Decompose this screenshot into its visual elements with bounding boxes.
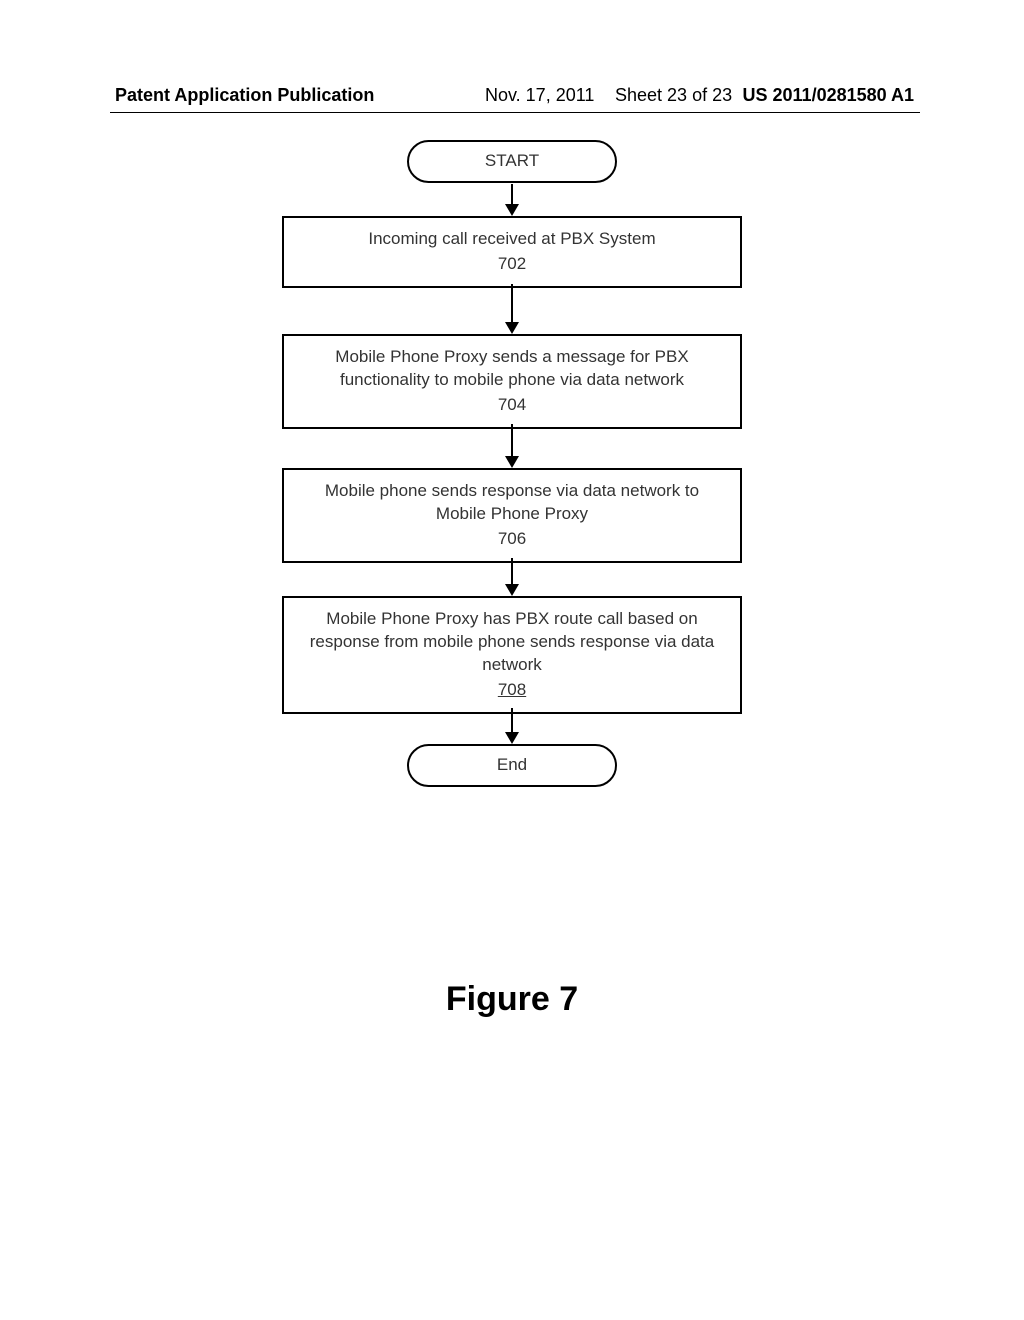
- flow-start: START: [407, 140, 617, 183]
- flow-step-708: Mobile Phone Proxy has PBX route call ba…: [282, 596, 742, 714]
- flow-end: End: [407, 744, 617, 787]
- flow-step-text: Mobile phone sends response via data net…: [325, 481, 699, 523]
- arrowhead-icon: [505, 322, 519, 334]
- arrowhead-icon: [505, 732, 519, 744]
- header-publication-number: US 2011/0281580 A1: [743, 85, 914, 106]
- page: Patent Application Publication Nov. 17, …: [0, 0, 1024, 1320]
- flow-step-ref: 702: [298, 253, 726, 276]
- flow-step-706: Mobile phone sends response via data net…: [282, 468, 742, 563]
- connector: [511, 284, 513, 324]
- flow-step-704: Mobile Phone Proxy sends a message for P…: [282, 334, 742, 429]
- flow-step-text: Incoming call received at PBX System: [368, 229, 655, 248]
- connector: [511, 708, 513, 734]
- header-publication-label: Patent Application Publication: [115, 85, 374, 106]
- arrowhead-icon: [505, 584, 519, 596]
- flow-step-text: Mobile Phone Proxy has PBX route call ba…: [310, 609, 714, 674]
- flow-step-ref: 708: [298, 679, 726, 702]
- header-sheet-number: Sheet 23 of 23: [615, 85, 732, 106]
- header-rule: [110, 112, 920, 113]
- flow-step-ref: 704: [298, 394, 726, 417]
- header-date: Nov. 17, 2011: [485, 85, 594, 106]
- flow-step-ref: 706: [298, 528, 726, 551]
- flow-start-label: START: [485, 151, 539, 170]
- flow-end-label: End: [497, 755, 527, 774]
- arrowhead-icon: [505, 456, 519, 468]
- connector: [511, 558, 513, 586]
- connector: [511, 424, 513, 458]
- figure-caption: Figure 7: [446, 980, 578, 1019]
- flow-step-702: Incoming call received at PBX System 702: [282, 216, 742, 288]
- flow-step-text: Mobile Phone Proxy sends a message for P…: [335, 347, 688, 389]
- arrowhead-icon: [505, 204, 519, 216]
- connector: [511, 184, 513, 206]
